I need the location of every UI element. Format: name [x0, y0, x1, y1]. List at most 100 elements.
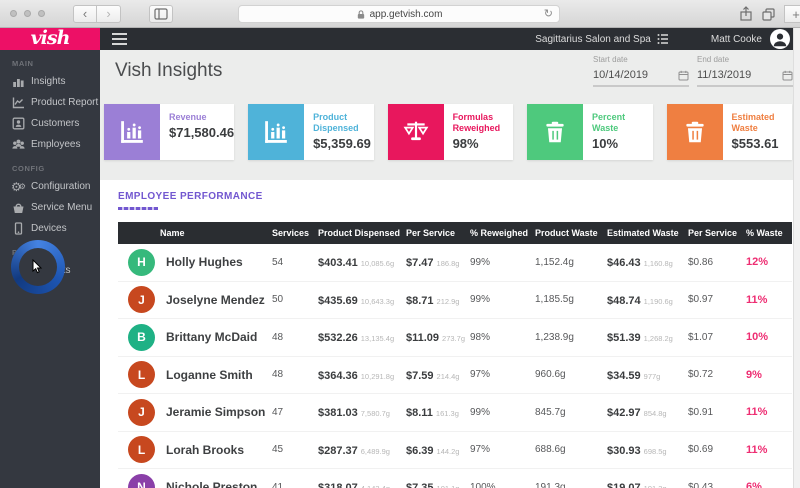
reweighed-value: 98%	[470, 332, 535, 343]
sidebar-item-service-menu[interactable]: Service Menu	[0, 197, 100, 218]
salon-switcher[interactable]: Sagittarius Salon and Spa	[535, 33, 669, 45]
page-scrollbar[interactable]	[793, 28, 800, 488]
pct-waste-value: 10%	[746, 331, 792, 343]
pct-waste-value: 12%	[746, 256, 792, 268]
column-header-pct-waste: % Waste	[746, 228, 792, 238]
calendar-icon[interactable]	[678, 70, 689, 81]
minimize-window-icon[interactable]	[24, 10, 31, 17]
kpi-value: $71,580.46	[169, 125, 234, 140]
table-header: Name Services Product Dispensed Per Serv…	[118, 222, 792, 244]
estimated-waste-grams: 1,190.6g	[644, 297, 673, 306]
table-body: H Holly Hughes 54 $403.4110,085.6g $7.47…	[118, 244, 792, 488]
per-service-value: $7.47	[406, 257, 434, 269]
tab-employee-performance[interactable]: EMPLOYEE PERFORMANCE	[118, 191, 263, 210]
table-row[interactable]: B Brittany McDaid 48 $532.2613,135.4g $1…	[118, 319, 792, 357]
employee-name: Loganne Smith	[166, 368, 253, 382]
dispensed-value: $435.69	[318, 295, 358, 307]
sidebar-item-configuration[interactable]: ⚙⚙ Configuration	[0, 176, 100, 197]
per-service-value: $7.35	[406, 482, 434, 488]
trash-icon	[527, 104, 583, 160]
share-icon[interactable]	[739, 6, 753, 22]
dispensed-value: $532.26	[318, 332, 358, 344]
table-row[interactable]: J Jeramie Simpson 47 $381.037,580.7g $8.…	[118, 394, 792, 432]
kpi-cards: Revenue $71,580.46 Product Dispensed $5,35…	[104, 104, 792, 160]
new-tab-button[interactable]: +	[784, 5, 800, 23]
employee-name: Holly Hughes	[166, 255, 243, 269]
product-waste-value: 1,185.5g	[535, 294, 607, 305]
kpi-card-revenue: Revenue $71,580.46	[104, 104, 234, 160]
avatar: N	[128, 474, 155, 488]
vish-logo: vish	[0, 28, 100, 50]
menu-icon[interactable]	[112, 33, 127, 46]
dispensed-grams: 4,143.4g	[361, 484, 390, 488]
close-window-icon[interactable]	[10, 10, 17, 17]
employee-name: Jeramie Simpson	[166, 405, 265, 419]
product-waste-value: 1,152.4g	[535, 257, 607, 268]
dispensed-grams: 10,643.3g	[361, 297, 394, 306]
tabs-icon[interactable]	[761, 7, 776, 22]
forward-button[interactable]: ›	[97, 5, 121, 23]
kpi-value: 98%	[453, 136, 513, 151]
waste-per-service-value: $0.91	[688, 407, 746, 418]
per-service-value: $11.09	[406, 332, 439, 344]
salon-name: Sagittarius Salon and Spa	[535, 34, 651, 45]
per-service-grams: 212.9g	[437, 297, 460, 306]
product-waste-value: 688.6g	[535, 444, 607, 455]
services-value: 45	[272, 444, 318, 455]
zoom-window-icon[interactable]	[38, 10, 45, 17]
address-bar[interactable]: app.getvish.com ↻	[238, 5, 560, 23]
pct-waste-value: 6%	[746, 481, 792, 488]
table-row[interactable]: J Joselyne Mendez 50 $435.6910,643.3g $8…	[118, 282, 792, 320]
dispensed-value: $403.41	[318, 257, 358, 269]
kpi-value: $5,359.69	[313, 136, 373, 151]
column-header-waste-per-service: Per Service	[688, 228, 746, 238]
table-row[interactable]: L Lorah Brooks 45 $287.376,489.9g $6.391…	[118, 432, 792, 470]
dispensed-grams: 6,489.9g	[361, 447, 390, 456]
end-date-field[interactable]: End date 11/13/2019	[697, 55, 793, 87]
window-controls[interactable]	[10, 10, 45, 17]
basket-icon	[12, 201, 25, 214]
bar-chart-icon	[12, 75, 25, 88]
user-menu[interactable]: Matt Cooke	[711, 29, 790, 49]
column-header-per-service: Per Service	[406, 228, 470, 238]
start-date-field[interactable]: Start date 10/14/2019	[593, 55, 689, 87]
employee-performance-panel: EMPLOYEE PERFORMANCE Name Services Produ…	[100, 180, 793, 488]
column-header-product-dispensed: Product Dispensed	[318, 228, 406, 238]
reweighed-value: 100%	[470, 482, 535, 488]
bar-chart-icon	[248, 104, 304, 160]
reweighed-value: 97%	[470, 444, 535, 455]
employee-name: Nichole Preston	[166, 480, 257, 488]
sidebar-item-product-report[interactable]: Product Report	[0, 92, 100, 113]
sidebar-item-customers[interactable]: Customers	[0, 113, 100, 134]
user-name: Matt Cooke	[711, 34, 762, 45]
dispensed-value: $381.03	[318, 407, 358, 419]
reweighed-value: 99%	[470, 407, 535, 418]
table-row[interactable]: L Loganne Smith 48 $364.3610,291.8g $7.5…	[118, 357, 792, 395]
table-row[interactable]: N Nichole Preston 41 $318.074,143.4g $7.…	[118, 469, 792, 488]
per-service-grams: 101.1g	[437, 484, 460, 488]
estimated-waste-value: $34.59	[607, 370, 641, 382]
kpi-value: $553.61	[732, 136, 792, 151]
avatar: H	[128, 249, 155, 276]
estimated-waste-grams: 977g	[644, 372, 661, 381]
list-icon	[657, 33, 669, 45]
estimated-waste-value: $30.93	[607, 445, 641, 457]
waste-per-service-value: $0.43	[688, 482, 746, 488]
scales-icon	[388, 104, 444, 160]
calendar-icon[interactable]	[782, 70, 793, 81]
kpi-label: Revenue	[169, 112, 234, 123]
dispensed-grams: 13,135.4g	[361, 334, 394, 343]
reload-icon[interactable]: ↻	[544, 7, 553, 20]
sidebar-item-devices[interactable]: Devices	[0, 218, 100, 239]
browser-sidebar-toggle-button[interactable]	[149, 5, 173, 23]
kpi-label: Product Dispensed	[313, 112, 373, 134]
logo-text: vish	[31, 27, 70, 49]
back-button[interactable]: ‹	[73, 5, 97, 23]
reweighed-value: 97%	[470, 369, 535, 380]
kpi-label: Formulas Reweighed	[453, 112, 513, 134]
sidebar-item-insights[interactable]: Insights	[0, 71, 100, 92]
gears-icon: ⚙⚙	[12, 180, 25, 193]
table-row[interactable]: H Holly Hughes 54 $403.4110,085.6g $7.47…	[118, 244, 792, 282]
sidebar-item-employees[interactable]: Employees	[0, 134, 100, 155]
waste-per-service-value: $0.86	[688, 257, 746, 268]
